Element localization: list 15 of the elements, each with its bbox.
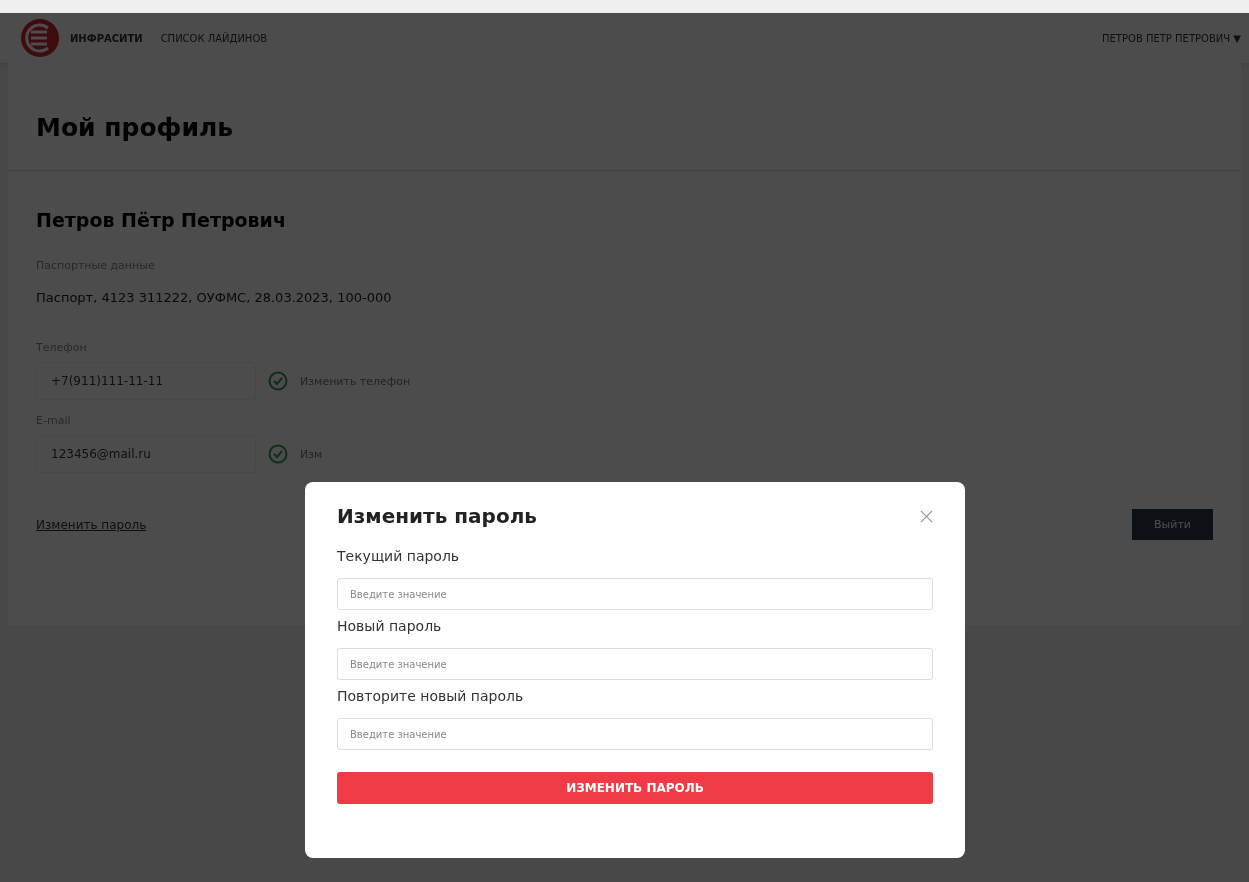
password-field[interactable]: Введите значение — [337, 648, 933, 680]
close-icon[interactable] — [920, 509, 933, 523]
dialog-title: Изменить пароль — [337, 504, 537, 528]
logo-text: ИНФРАСИТИ — [70, 32, 143, 44]
user-name: Петров Пётр Петрович — [36, 209, 287, 231]
password-field[interactable]: Введите значение — [337, 718, 933, 750]
change-password-link[interactable]: Изменить пароль — [36, 517, 147, 532]
passport-text: Паспорт, 4123 311222, ОУФМС, 28.03.2023, 100-000 — [36, 290, 393, 305]
submit-button[interactable]: ИЗМЕНИТЬ ПАРОЛЬ — [337, 772, 933, 804]
password-field[interactable]: Введите значение — [337, 578, 933, 610]
field-label: Повторите новый пароль — [337, 688, 525, 704]
field-label: Текущий пароль — [337, 548, 461, 564]
user-menu[interactable]: ПЕТРОВ ПЕТР ПЕТРОВИЧ ▼ — [1102, 32, 1241, 44]
field-label: Новый пароль — [337, 618, 443, 634]
nav-link[interactable]: СПИСОК ЛАЙДИНОВ — [160, 32, 268, 44]
